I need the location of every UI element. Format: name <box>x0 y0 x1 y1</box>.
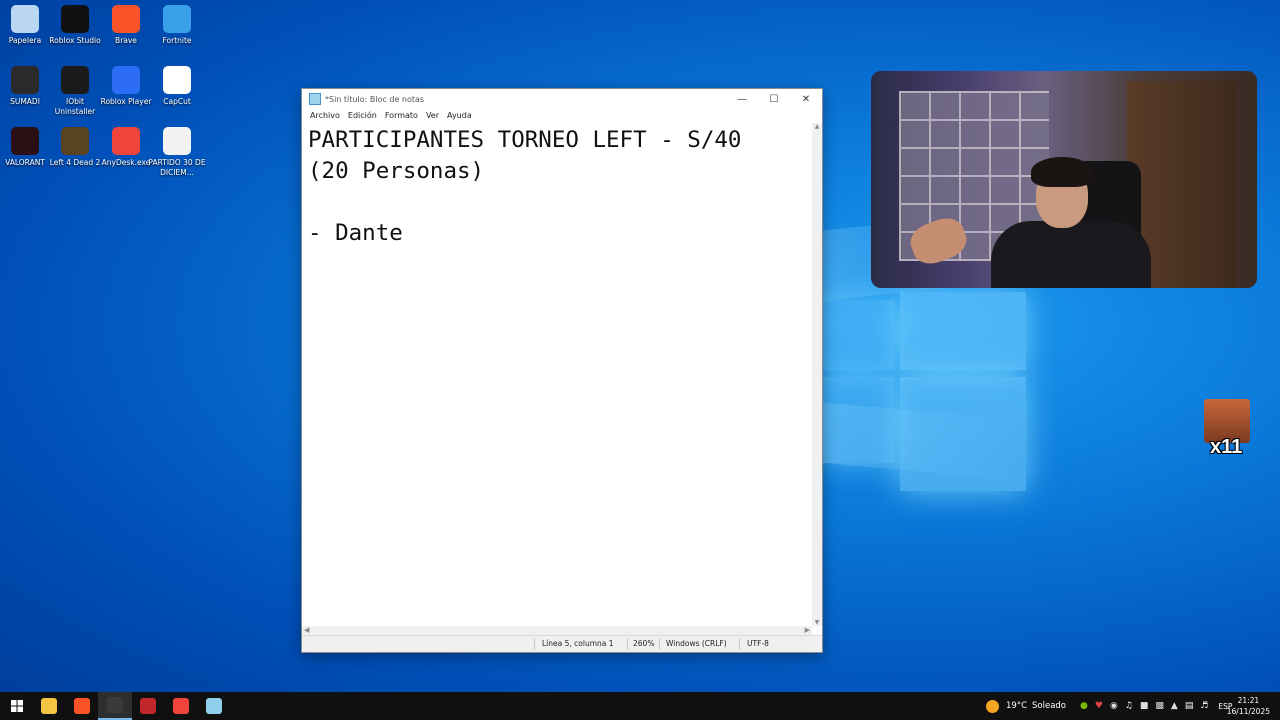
clock[interactable]: 21:21 16/11/2025 <box>1227 695 1270 717</box>
tray-app-icon[interactable]: ▲ <box>1171 701 1178 711</box>
iobit-uninstaller-icon <box>61 66 89 94</box>
brave-icon <box>112 5 140 33</box>
roblox-player-icon <box>112 66 140 94</box>
notepad-window[interactable]: *Sin título: Bloc de notas — ☐ ✕ Archivo… <box>301 88 823 653</box>
sumadi-icon <box>11 66 39 94</box>
desktop-icon-label: IObit Uninstaller <box>54 97 96 116</box>
obs-icon <box>107 697 123 713</box>
clock-time: 21:21 <box>1237 696 1260 705</box>
network-icon[interactable]: ▤ <box>1185 701 1194 711</box>
desktop-icon-label: Roblox Studio <box>49 36 101 45</box>
desktop-icon-brave[interactable]: Brave <box>97 5 155 46</box>
windows-logo-pane <box>822 300 894 370</box>
window-title: *Sin título: Bloc de notas <box>325 94 425 104</box>
status-divider <box>739 638 740 650</box>
zoom-level: 260% <box>633 639 655 648</box>
recycle-bin-icon <box>11 5 39 33</box>
webcam-person-hair <box>1031 157 1093 187</box>
menu-ver[interactable]: Ver <box>422 109 443 123</box>
microphone-icon[interactable]: ♫ <box>1125 701 1133 711</box>
tray-app-icon[interactable]: ♥ <box>1095 701 1103 711</box>
valorant-icon <box>11 127 39 155</box>
capcut-icon <box>163 66 191 94</box>
tray-app-icon[interactable]: ▩ <box>1155 701 1164 711</box>
taskbar-app-brave[interactable] <box>65 692 99 720</box>
scroll-right-arrow[interactable]: ▶ <box>805 626 810 634</box>
desktop-icon-label: CapCut <box>163 97 191 106</box>
fortnite-icon <box>163 5 191 33</box>
desktop-icon-iobit-uninstaller[interactable]: IObit Uninstaller <box>46 66 104 117</box>
text-editor-area[interactable]: PARTICIPANTES TORNEO LEFT - S/40 (20 Per… <box>302 123 812 626</box>
webcam-overlay <box>871 71 1257 288</box>
taskbar-app-voicemeeter[interactable] <box>131 692 165 720</box>
tray-app-icon[interactable]: ■ <box>1140 701 1149 711</box>
volume-icon[interactable]: ♬ <box>1200 701 1208 711</box>
weather-widget[interactable]: 19°C Soleado <box>986 692 1066 720</box>
start-button[interactable] <box>0 692 34 720</box>
desktop-icon-partido-30-de-diciem[interactable]: PARTIDO 30 DE DICIEM... <box>148 127 206 178</box>
desktop-icon-left-4-dead-2[interactable]: Left 4 Dead 2 <box>46 127 104 168</box>
menu-bar: Archivo Edición Formato Ver Ayuda <box>302 109 822 123</box>
windows-start-icon <box>11 700 23 712</box>
brave-icon <box>74 698 90 714</box>
webcam-person-body <box>991 221 1151 288</box>
tray-app-icon[interactable]: ◉ <box>1110 701 1118 711</box>
text-file-icon <box>163 127 191 155</box>
cursor-position: Línea 5, columna 1 <box>542 639 614 648</box>
notepad-titlebar[interactable]: *Sin título: Bloc de notas — ☐ ✕ <box>302 89 822 109</box>
close-button[interactable]: ✕ <box>790 94 822 105</box>
windows-logo-pane <box>900 292 1026 370</box>
desktop-icon-label: Brave <box>115 36 137 45</box>
vertical-scrollbar[interactable]: ▲ ▼ <box>812 123 822 626</box>
windows-logo-pane <box>822 377 894 463</box>
scroll-up-arrow[interactable]: ▲ <box>812 123 822 130</box>
menu-edicion[interactable]: Edición <box>344 109 381 123</box>
status-bar: Línea 5, columna 1 260% Windows (CRLF) U… <box>302 635 822 652</box>
desktop-icon-anydesk-exe[interactable]: AnyDesk.exe <box>97 127 155 168</box>
clock-date: 16/11/2025 <box>1226 707 1270 716</box>
taskbar-app-notepad[interactable] <box>197 692 231 720</box>
status-divider <box>627 638 628 650</box>
left4dead2-icon <box>61 127 89 155</box>
status-divider <box>534 638 535 650</box>
menu-ayuda[interactable]: Ayuda <box>443 109 476 123</box>
minimize-button[interactable]: — <box>726 94 758 105</box>
anydesk-icon <box>173 698 189 714</box>
weather-condition: Soleado <box>1032 701 1067 711</box>
notepad-icon <box>309 93 321 105</box>
windows-logo-pane <box>900 377 1026 491</box>
taskbar-app-obs[interactable] <box>98 692 132 720</box>
menu-formato[interactable]: Formato <box>381 109 422 123</box>
encoding: UTF-8 <box>747 639 769 648</box>
taskbar-app-file-explorer[interactable] <box>32 692 66 720</box>
desktop-icon-roblox-player[interactable]: Roblox Player <box>97 66 155 107</box>
desktop-icon-label: Roblox Player <box>100 97 152 106</box>
scroll-left-arrow[interactable]: ◀ <box>304 626 309 634</box>
notepad-icon <box>206 698 222 714</box>
system-tray: ● ♥ ◉ ♫ ■ ▩ ▲ ▤ ♬ ESP <box>1080 692 1232 720</box>
anydesk-icon <box>112 127 140 155</box>
menu-archivo[interactable]: Archivo <box>306 109 344 123</box>
nvidia-icon[interactable]: ● <box>1080 701 1088 711</box>
roblox-studio-icon <box>61 5 89 33</box>
scroll-down-arrow[interactable]: ▼ <box>812 619 822 626</box>
taskbar-app-anydesk[interactable] <box>164 692 198 720</box>
emote-count: x11 <box>1210 436 1243 458</box>
voicemeeter-icon <box>140 698 156 714</box>
sun-icon <box>986 699 999 713</box>
maximize-button[interactable]: ☐ <box>758 94 790 105</box>
desktop-icon-label: Left 4 Dead 2 <box>49 158 101 167</box>
desktop-icon-fortnite[interactable]: Fortnite <box>148 5 206 46</box>
line-endings: Windows (CRLF) <box>666 639 727 648</box>
desktop-icon-label: PARTIDO 30 DE DICIEM... <box>148 158 206 177</box>
desktop-icon-capcut[interactable]: CapCut <box>148 66 206 107</box>
desktop-icon-label: Fortnite <box>162 36 192 45</box>
desktop-icon-label: AnyDesk.exe <box>101 158 151 167</box>
desktop-icon-roblox-studio[interactable]: Roblox Studio <box>46 5 104 46</box>
file-explorer-icon <box>41 698 57 714</box>
weather-temp: 19°C <box>1006 701 1028 711</box>
status-divider <box>659 638 660 650</box>
taskbar: 19°C Soleado ● ♥ ◉ ♫ ■ ▩ ▲ ▤ ♬ ESP 21:21… <box>0 692 1280 720</box>
